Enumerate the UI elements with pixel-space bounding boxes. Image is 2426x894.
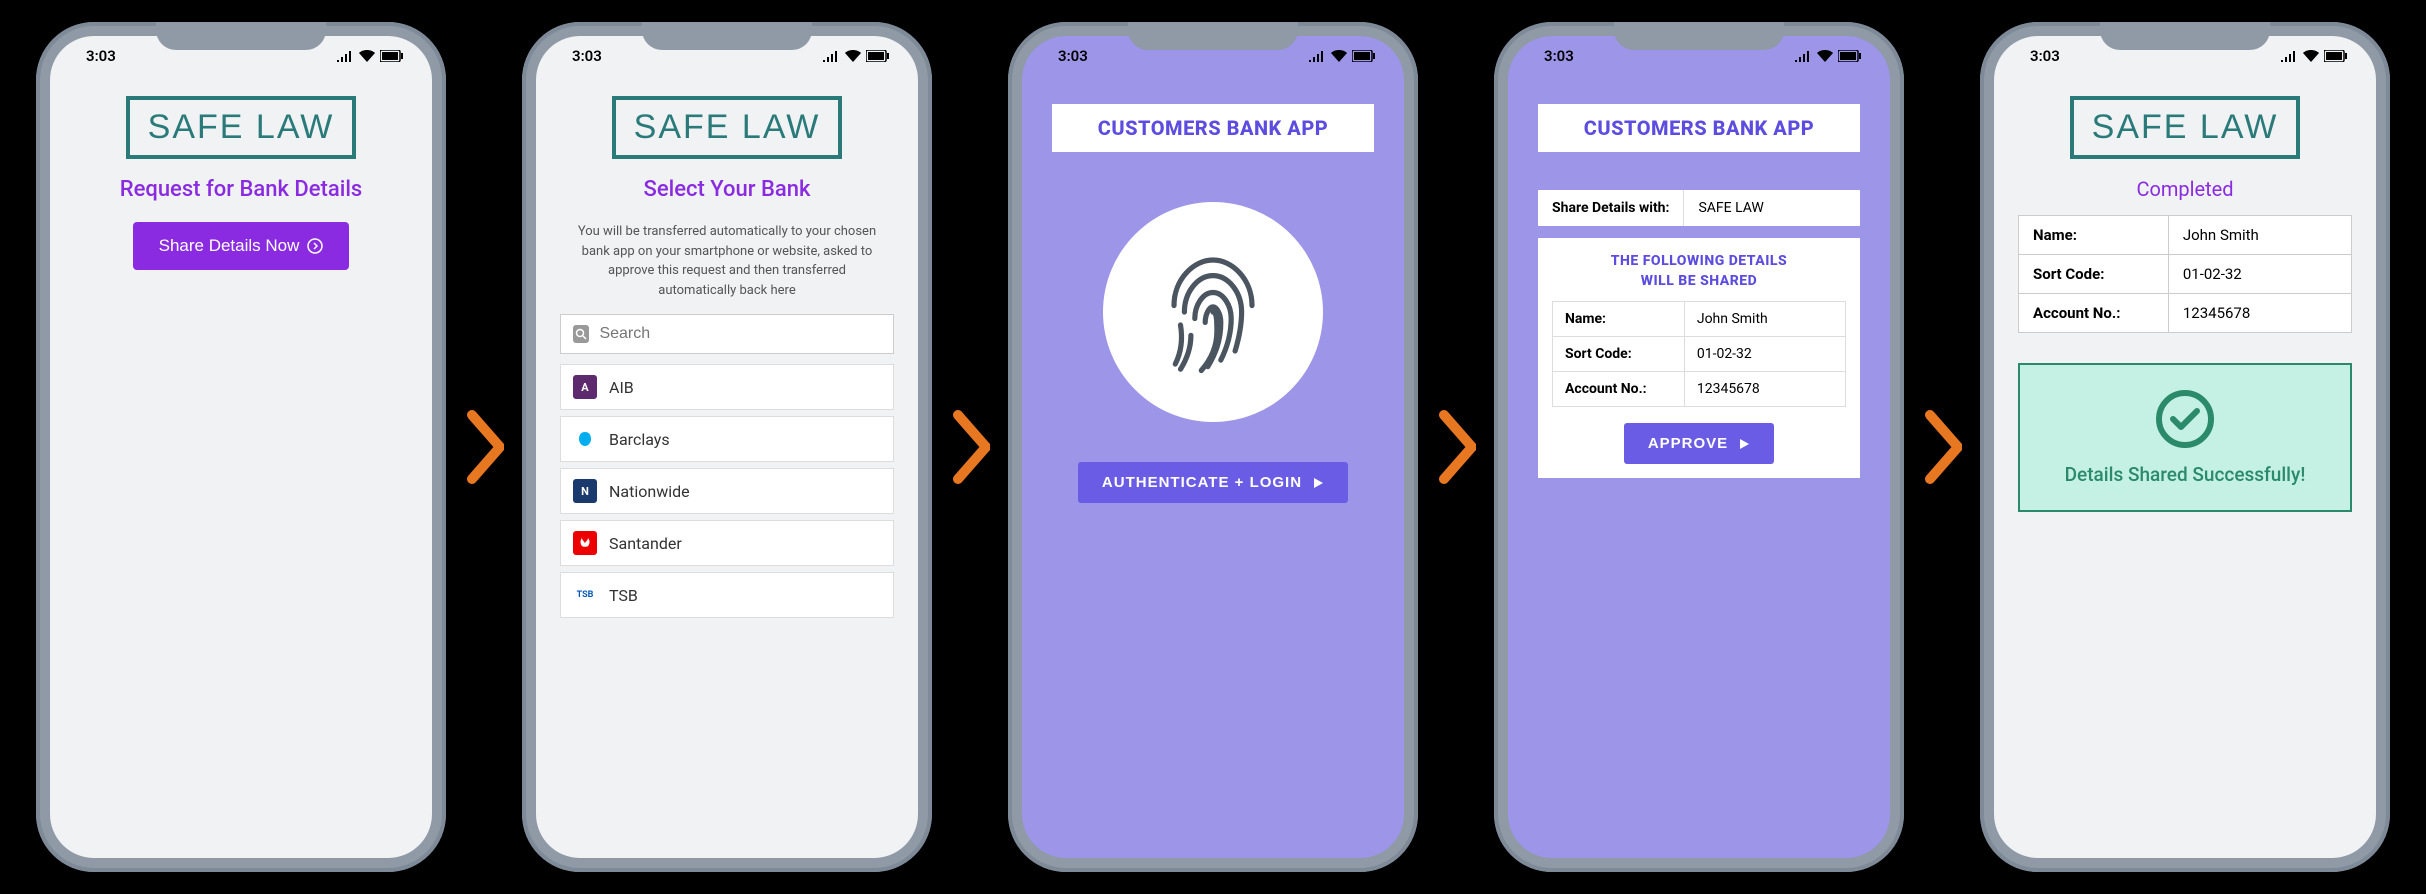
details-title: THE FOLLOWING DETAILS WILL BE SHARED xyxy=(1611,252,1787,291)
checkmark-circle-icon xyxy=(2155,389,2215,449)
result-table: Name: John Smith Sort Code: 01-02-32 Acc… xyxy=(2018,215,2352,333)
phone-frame-5: 3:03 SAFE LAW Completed Name: John Smith xyxy=(1980,22,2390,872)
share-details-button[interactable]: Share Details Now xyxy=(133,222,350,270)
success-message: Details Shared Successfully! xyxy=(2065,463,2306,486)
brand-text: SAFE LAW xyxy=(148,108,335,146)
table-row: Account No.: 12345678 xyxy=(2019,294,2352,333)
fingerprint-icon[interactable] xyxy=(1103,202,1323,422)
bank-logo-icon: N xyxy=(573,479,597,503)
page-title: Select Your Bank xyxy=(644,177,811,202)
cell-value: 12345678 xyxy=(1684,372,1845,407)
description-text: You will be transferred automatically to… xyxy=(560,222,894,300)
bank-app-header: CUSTOMERS BANK APP xyxy=(1538,104,1860,152)
bank-name: Nationwide xyxy=(609,482,690,501)
bank-item-santander[interactable]: Santander xyxy=(560,520,894,566)
details-panel: THE FOLLOWING DETAILS WILL BE SHARED Nam… xyxy=(1538,238,1860,478)
table-row: Sort Code: 01-02-32 xyxy=(2019,255,2352,294)
authenticate-button[interactable]: AUTHENTICATE + LOGIN xyxy=(1078,462,1348,503)
status-icons xyxy=(1308,50,1376,62)
screen-select-bank: 3:03 SAFE LAW Select Your Bank You will … xyxy=(536,36,918,858)
phone-notch xyxy=(642,22,812,50)
bank-item-barclays[interactable]: Barclays xyxy=(560,416,894,462)
bank-list: A AIB Barclays N Nationwide xyxy=(560,364,894,618)
bank-name: Santander xyxy=(609,534,682,553)
status-icons xyxy=(2280,50,2348,62)
play-icon xyxy=(1312,477,1324,489)
bank-logo-icon: TSB xyxy=(573,583,597,607)
share-with-row: Share Details with: SAFE LAW xyxy=(1538,190,1860,226)
bank-item-tsb[interactable]: TSB TSB xyxy=(560,572,894,618)
share-with-label: Share Details with: xyxy=(1538,190,1684,226)
cell-label: Name: xyxy=(2019,216,2169,255)
screen-completed: 3:03 SAFE LAW Completed Name: John Smith xyxy=(1994,36,2376,858)
table-row: Sort Code: 01-02-32 xyxy=(1553,337,1846,372)
status-time: 3:03 xyxy=(1058,47,1088,65)
phone-notch xyxy=(2100,22,2270,50)
cell-value: John Smith xyxy=(1684,302,1845,337)
status-icons xyxy=(1794,50,1862,62)
button-label: APPROVE xyxy=(1648,435,1728,452)
status-time: 3:03 xyxy=(86,47,116,65)
phone-notch xyxy=(1128,22,1298,50)
bank-name: Barclays xyxy=(609,430,670,449)
safelaw-logo: SAFE LAW xyxy=(612,96,843,159)
flow-arrow-icon xyxy=(1436,407,1476,487)
details-table: Name: John Smith Sort Code: 01-02-32 Acc… xyxy=(1552,301,1846,407)
cell-label: Sort Code: xyxy=(1553,337,1685,372)
search-input[interactable] xyxy=(599,325,881,343)
search-input-wrapper[interactable] xyxy=(560,314,894,354)
page-title: Completed xyxy=(2136,177,2233,201)
cell-value: John Smith xyxy=(2168,216,2351,255)
safelaw-logo: SAFE LAW xyxy=(126,96,357,159)
bank-logo-icon xyxy=(573,531,597,555)
table-row: Name: John Smith xyxy=(2019,216,2352,255)
status-time: 3:03 xyxy=(572,47,602,65)
phone-frame-2: 3:03 SAFE LAW Select Your Bank You will … xyxy=(522,22,932,872)
cell-value: 12345678 xyxy=(2168,294,2351,333)
bank-name: AIB xyxy=(609,378,634,397)
status-time: 3:03 xyxy=(2030,47,2060,65)
button-label: Share Details Now xyxy=(159,236,300,256)
status-icons xyxy=(822,50,890,62)
bank-app-header: CUSTOMERS BANK APP xyxy=(1052,104,1374,152)
screen-approve: 3:03 CUSTOMERS BANK APP Share Details wi… xyxy=(1508,36,1890,858)
phone-notch xyxy=(156,22,326,50)
share-with-value: SAFE LAW xyxy=(1684,190,1777,226)
flow-arrow-icon xyxy=(464,407,504,487)
status-time: 3:03 xyxy=(1544,47,1574,65)
status-icons xyxy=(336,50,404,62)
brand-text: SAFE LAW xyxy=(634,108,821,146)
chevron-circle-icon xyxy=(307,238,323,254)
search-icon xyxy=(573,325,589,343)
phone-notch xyxy=(1614,22,1784,50)
cell-label: Name: xyxy=(1553,302,1685,337)
bank-item-nationwide[interactable]: N Nationwide xyxy=(560,468,894,514)
brand-text: SAFE LAW xyxy=(2092,108,2279,146)
play-icon xyxy=(1738,438,1750,450)
bank-logo-icon xyxy=(573,427,597,451)
cell-value: 01-02-32 xyxy=(2168,255,2351,294)
approve-button[interactable]: APPROVE xyxy=(1624,423,1774,464)
bank-item-aib[interactable]: A AIB xyxy=(560,364,894,410)
phone-frame-4: 3:03 CUSTOMERS BANK APP Share Details wi… xyxy=(1494,22,1904,872)
button-label: AUTHENTICATE + LOGIN xyxy=(1102,474,1302,491)
cell-label: Sort Code: xyxy=(2019,255,2169,294)
phone-frame-3: 3:03 CUSTOMERS BANK APP xyxy=(1008,22,1418,872)
phone-frame-1: 3:03 SAFE LAW Request for Bank Details S… xyxy=(36,22,446,872)
table-row: Name: John Smith xyxy=(1553,302,1846,337)
flow-diagram: 3:03 SAFE LAW Request for Bank Details S… xyxy=(16,2,2410,892)
cell-value: 01-02-32 xyxy=(1684,337,1845,372)
screen-authenticate: 3:03 CUSTOMERS BANK APP xyxy=(1022,36,1404,858)
page-title: Request for Bank Details xyxy=(120,177,363,202)
safelaw-logo: SAFE LAW xyxy=(2070,96,2301,159)
flow-arrow-icon xyxy=(950,407,990,487)
screen-request: 3:03 SAFE LAW Request for Bank Details S… xyxy=(50,36,432,858)
table-row: Account No.: 12345678 xyxy=(1553,372,1846,407)
cell-label: Account No.: xyxy=(2019,294,2169,333)
success-panel: Details Shared Successfully! xyxy=(2018,363,2352,512)
flow-arrow-icon xyxy=(1922,407,1962,487)
cell-label: Account No.: xyxy=(1553,372,1685,407)
bank-name: TSB xyxy=(609,586,638,605)
bank-logo-icon: A xyxy=(573,375,597,399)
